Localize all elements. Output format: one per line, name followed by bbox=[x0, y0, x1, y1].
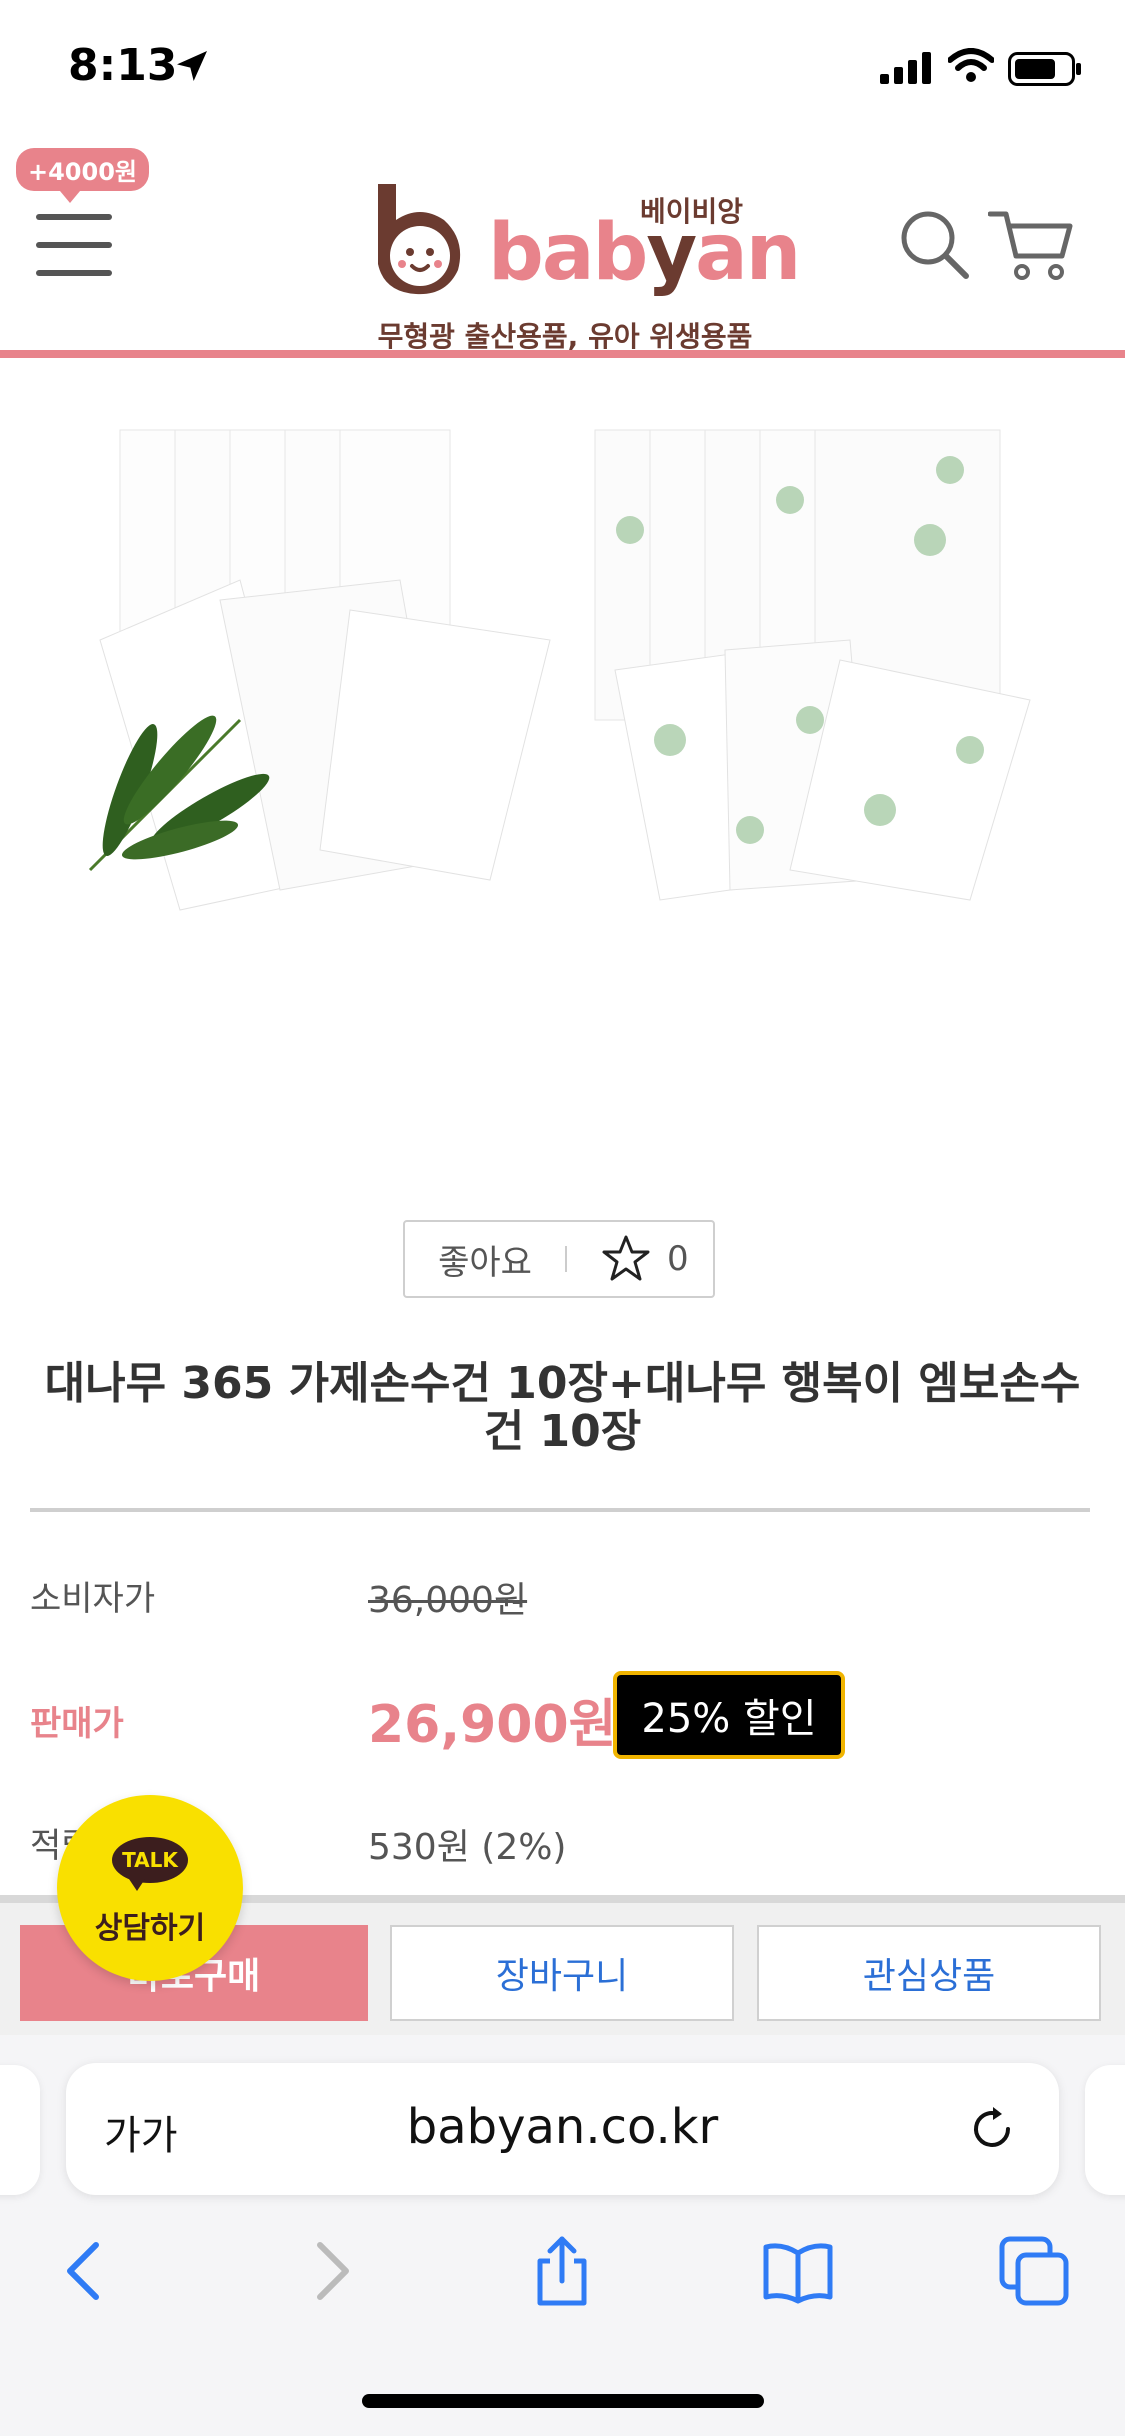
logo-wordmark: babyan bbox=[488, 208, 801, 298]
home-indicator[interactable] bbox=[362, 2394, 764, 2408]
add-to-cart-button[interactable]: 장바구니 bbox=[390, 1925, 734, 2021]
title-divider bbox=[30, 1508, 1090, 1512]
talk-bubble-tail bbox=[129, 1879, 145, 1891]
clover-towel-stack-image bbox=[594, 429, 1031, 901]
battery-icon bbox=[1008, 52, 1081, 86]
tagline: 무형광 출산용품, 유아 위생용품 bbox=[377, 320, 753, 353]
like-count: 0 bbox=[667, 1239, 689, 1279]
product-image[interactable] bbox=[70, 410, 1055, 930]
status-time: 8:13 bbox=[68, 40, 178, 91]
search-icon[interactable] bbox=[898, 208, 970, 280]
forward-icon[interactable] bbox=[294, 2235, 366, 2307]
kakao-talk-button[interactable]: TALK 상담하기 bbox=[57, 1795, 243, 1981]
menu-button[interactable] bbox=[30, 210, 120, 280]
bamboo-towel-stack-image bbox=[88, 429, 551, 911]
discount-badge: 25% 할인 bbox=[613, 1671, 845, 1759]
promo-badge[interactable]: +4000원 bbox=[16, 148, 149, 203]
points-value: 530원 (2%) bbox=[368, 1827, 567, 1868]
like-button[interactable]: 좋아요 0 bbox=[403, 1220, 715, 1298]
url-text[interactable]: babyan.co.kr bbox=[66, 2099, 1059, 2155]
baby-face-logo-icon bbox=[378, 184, 461, 295]
reload-icon[interactable] bbox=[966, 2103, 1018, 2155]
back-icon[interactable] bbox=[50, 2235, 122, 2307]
bookmarks-icon[interactable] bbox=[762, 2235, 834, 2307]
previous-tab-preview[interactable] bbox=[0, 2065, 40, 2195]
star-icon bbox=[602, 1235, 650, 1281]
consumer-price: 36,000원 bbox=[368, 1580, 528, 1621]
browser-toolbar: 가가 babyan.co.kr bbox=[0, 2035, 1125, 2436]
kakao-talk-label: 상담하기 bbox=[94, 1911, 206, 1946]
sale-price-label: 판매가 bbox=[30, 1704, 124, 1744]
like-label: 좋아요 bbox=[438, 1242, 532, 1283]
wishlist-button[interactable]: 관심상품 bbox=[757, 1925, 1101, 2021]
like-divider bbox=[565, 1246, 567, 1272]
consumer-price-label: 소비자가 bbox=[30, 1579, 156, 1619]
sale-price: 26,900원 bbox=[368, 1695, 617, 1755]
location-arrow-icon bbox=[177, 51, 207, 81]
hamburger-icon bbox=[36, 214, 112, 220]
site-header: +4000원 베이비앙 babyan 무형광 출산용품, 유아 위생용품 bbox=[0, 140, 1125, 358]
talk-bubble-icon: TALK bbox=[112, 1837, 188, 1883]
cart-icon[interactable] bbox=[988, 204, 1074, 284]
wifi-icon bbox=[948, 48, 994, 82]
cellular-signal-icon bbox=[880, 52, 931, 84]
share-icon[interactable] bbox=[526, 2235, 598, 2307]
next-tab-preview[interactable] bbox=[1085, 2065, 1125, 2195]
address-bar[interactable]: 가가 babyan.co.kr bbox=[66, 2063, 1059, 2195]
product-title: 대나무 365 가제손수건 10장+대나무 행복이 엠보손수건 10장 bbox=[44, 1358, 1081, 1457]
tabs-icon[interactable] bbox=[998, 2235, 1070, 2307]
site-logo[interactable]: 베이비앙 babyan 무형광 출산용품, 유아 위생용품 bbox=[370, 180, 801, 353]
status-bar: 8:13 bbox=[0, 0, 1125, 140]
